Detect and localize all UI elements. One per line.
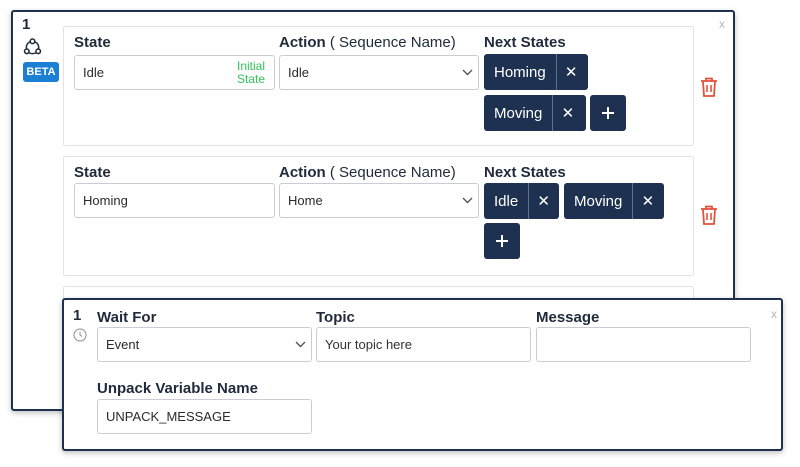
next-states-header: Next States	[484, 34, 566, 51]
unpack-variable-label: Unpack Variable Name	[97, 380, 258, 397]
unpack-variable-value: UNPACK_MESSAGE	[106, 409, 231, 424]
clock-icon	[73, 328, 87, 342]
chevron-down-icon	[456, 69, 478, 76]
message-input[interactable]	[536, 327, 751, 362]
next-state-chip-label: Moving	[494, 104, 543, 122]
unpack-variable-input[interactable]: UNPACK_MESSAGE	[97, 399, 312, 434]
add-next-state-button[interactable]	[484, 223, 520, 259]
next-state-chip: Homing ✕	[484, 54, 588, 90]
step-index: 1	[73, 307, 82, 324]
state-row: State Action ( Sequence Name) Next State…	[63, 26, 717, 146]
add-next-state-button[interactable]	[590, 95, 626, 131]
delete-row-icon[interactable]	[700, 77, 718, 97]
action-header-hint: ( Sequence Name)	[329, 34, 456, 51]
action-header-hint: ( Sequence Name)	[329, 164, 456, 181]
wait-for-label: Wait For	[97, 309, 157, 326]
topic-input[interactable]: Your topic here	[316, 327, 531, 362]
action-header-label: Action	[279, 34, 326, 51]
next-state-chip: Moving ✕	[564, 183, 664, 219]
wait-for-select[interactable]: Event	[97, 327, 312, 362]
state-header: State	[74, 34, 111, 51]
wait-step-card: 1 x Wait For Event Topic Your topic here…	[62, 298, 783, 451]
share-nodes-icon	[23, 38, 42, 55]
state-name-value: Homing	[83, 193, 128, 208]
state-name-input[interactable]: Idle Initial State	[74, 55, 275, 90]
next-state-chip-label: Moving	[574, 192, 623, 210]
delete-row-icon[interactable]	[700, 205, 718, 225]
remove-next-state-button[interactable]: ✕	[632, 183, 662, 219]
state-name-input[interactable]: Homing	[74, 183, 275, 218]
plus-icon	[496, 235, 508, 247]
close-card-button[interactable]: x	[771, 307, 777, 321]
remove-next-state-button[interactable]: ✕	[552, 95, 582, 131]
action-header: Action ( Sequence Name)	[279, 34, 456, 51]
message-label: Message	[536, 309, 600, 326]
action-value: Idle	[288, 65, 309, 80]
topic-label: Topic	[316, 309, 355, 326]
action-value: Home	[288, 193, 323, 208]
plus-icon	[602, 107, 614, 119]
close-card-button[interactable]: x	[719, 17, 725, 31]
action-select[interactable]: Home	[279, 183, 479, 218]
next-state-chip-label: Idle	[494, 192, 519, 210]
beta-badge: BETA	[23, 62, 59, 82]
remove-next-state-button[interactable]: ✕	[555, 54, 586, 90]
topic-placeholder: Your topic here	[325, 337, 412, 352]
chevron-down-icon	[289, 341, 311, 348]
wait-for-value: Event	[106, 337, 140, 352]
initial-state-label: Initial State	[236, 59, 265, 86]
action-header-label: Action	[279, 164, 326, 181]
chevron-down-icon	[456, 197, 478, 204]
next-state-chip: Moving ✕	[484, 95, 586, 131]
action-header: Action ( Sequence Name)	[279, 164, 456, 181]
action-select[interactable]: Idle	[279, 55, 479, 90]
remove-next-state-button[interactable]: ✕	[528, 183, 558, 219]
next-states-header: Next States	[484, 164, 566, 181]
step-index: 1	[22, 16, 31, 33]
state-header: State	[74, 164, 111, 181]
state-row: State Action ( Sequence Name) Next State…	[63, 156, 717, 276]
next-state-chip-label: Homing	[494, 63, 546, 81]
next-state-chip: Idle ✕	[484, 183, 559, 219]
